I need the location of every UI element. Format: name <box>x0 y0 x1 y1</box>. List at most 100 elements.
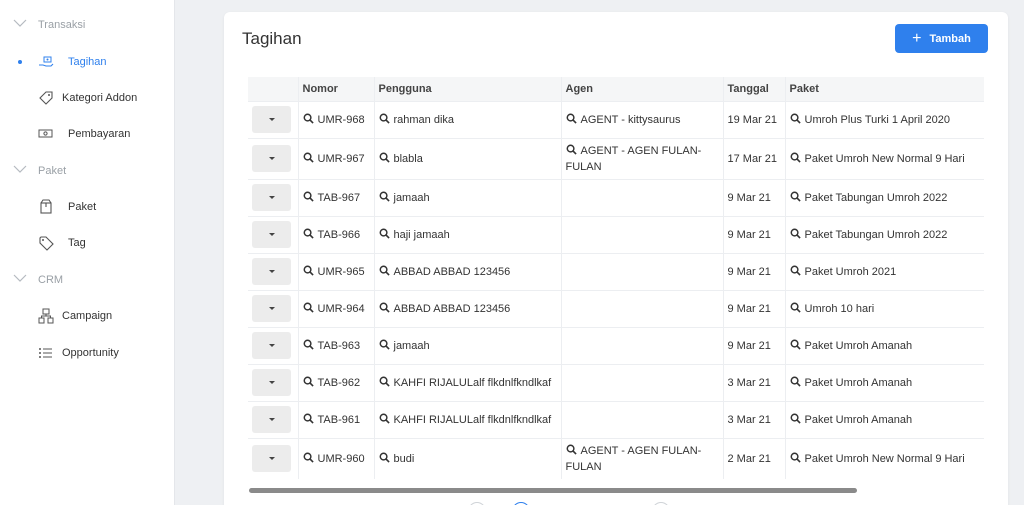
nomor-value: UMR-964 <box>317 303 365 315</box>
row-dropdown-button[interactable] <box>252 258 291 285</box>
search-icon[interactable] <box>379 413 390 424</box>
search-icon[interactable] <box>790 113 801 124</box>
cell-pengguna[interactable]: rahman dika <box>373 100 561 138</box>
row-dropdown-button[interactable] <box>252 295 291 322</box>
search-icon[interactable] <box>566 113 577 124</box>
search-icon[interactable] <box>790 265 801 276</box>
cell-nomor[interactable]: TAB-961 <box>297 400 374 438</box>
search-icon[interactable] <box>790 191 801 202</box>
cell-paket[interactable]: Paket Umroh Amanah <box>784 400 984 438</box>
paket-value: Umroh 10 hari <box>804 303 875 315</box>
cell-paket[interactable]: Paket Umroh New Normal 9 Hari <box>784 137 984 179</box>
row-dropdown-button[interactable] <box>252 221 291 248</box>
row-dropdown-button[interactable] <box>252 332 291 359</box>
search-icon[interactable] <box>790 376 801 387</box>
search-icon[interactable] <box>379 228 390 239</box>
search-icon[interactable] <box>303 152 314 163</box>
cell-pengguna[interactable]: ABBAD ABBAD 123456 <box>373 289 561 327</box>
chevron-down-icon <box>13 19 27 27</box>
row-dropdown-button[interactable] <box>252 106 291 133</box>
sidebar-item-paket[interactable]: Paket <box>0 195 175 219</box>
search-icon[interactable] <box>566 444 577 455</box>
sidebar-item-label: Tag <box>68 237 86 249</box>
cell-pengguna[interactable]: haji jamaah <box>373 215 561 253</box>
cell-paket[interactable]: Paket Tabungan Umroh 2022 <box>784 215 984 253</box>
paket-value: Paket Umroh Amanah <box>804 340 913 352</box>
cell-paket[interactable]: Paket Umroh Amanah <box>784 326 984 364</box>
cell-nomor[interactable]: UMR-967 <box>297 137 374 179</box>
row-action-cell <box>248 400 298 438</box>
cell-agen[interactable]: AGENT - AGEN FULAN-FULAN <box>560 137 723 179</box>
cell-pengguna[interactable]: KAHFI RIJALULalf flkdnlfkndlkaf <box>373 363 561 401</box>
search-icon[interactable] <box>303 452 314 463</box>
cell-nomor[interactable]: UMR-968 <box>297 100 374 138</box>
row-dropdown-button[interactable] <box>252 406 291 433</box>
cell-agen[interactable]: AGENT - AGEN FULAN-FULAN <box>560 437 723 479</box>
cell-pengguna[interactable]: blabla <box>373 137 561 179</box>
cell-pengguna[interactable]: ABBAD ABBAD 123456 <box>373 252 561 290</box>
search-icon[interactable] <box>379 302 390 313</box>
cell-pengguna[interactable]: budi <box>373 437 561 479</box>
search-icon[interactable] <box>790 302 801 313</box>
sidebar-item-opportunity[interactable]: Opportunity <box>0 341 175 365</box>
row-dropdown-button[interactable] <box>252 145 291 172</box>
horizontal-scrollbar[interactable] <box>249 488 857 493</box>
search-icon[interactable] <box>303 376 314 387</box>
search-icon[interactable] <box>379 376 390 387</box>
cell-paket[interactable]: Umroh 10 hari <box>784 289 984 327</box>
sidebar-item-campaign[interactable]: Campaign <box>0 304 175 328</box>
cell-nomor[interactable]: TAB-963 <box>297 326 374 364</box>
tanggal-value: 9 Mar 21 <box>727 228 771 241</box>
search-icon[interactable] <box>303 191 314 202</box>
cell-paket[interactable]: Paket Umroh 2021 <box>784 252 984 290</box>
cell-nomor[interactable]: UMR-960 <box>297 437 374 479</box>
search-icon[interactable] <box>303 265 314 276</box>
search-icon[interactable] <box>790 228 801 239</box>
cell-pengguna[interactable]: jamaah <box>373 178 561 216</box>
section-transaksi[interactable]: Transaksi <box>0 15 175 35</box>
tanggal-value: 9 Mar 21 <box>727 265 771 278</box>
search-icon[interactable] <box>303 113 314 124</box>
search-icon[interactable] <box>303 413 314 424</box>
search-icon[interactable] <box>379 339 390 350</box>
cell-nomor[interactable]: TAB-966 <box>297 215 374 253</box>
search-icon[interactable] <box>379 152 390 163</box>
sidebar-item-pembayaran[interactable]: Pembayaran <box>0 122 175 146</box>
cell-paket[interactable]: Umroh Plus Turki 1 April 2020 <box>784 100 984 138</box>
cell-paket[interactable]: Paket Umroh Amanah <box>784 363 984 401</box>
row-dropdown-button[interactable] <box>252 184 291 211</box>
search-icon[interactable] <box>790 339 801 350</box>
cell-agen[interactable]: AGENT - kittysaurus <box>560 100 723 138</box>
cell-nomor[interactable]: TAB-967 <box>297 178 374 216</box>
section-label: Transaksi <box>38 19 86 31</box>
search-icon[interactable] <box>303 302 314 313</box>
cell-nomor[interactable]: UMR-964 <box>297 289 374 327</box>
search-icon[interactable] <box>379 452 390 463</box>
cell-paket[interactable]: Paket Umroh New Normal 9 Hari <box>784 437 984 479</box>
row-dropdown-button[interactable] <box>252 445 291 473</box>
search-icon[interactable] <box>790 452 801 463</box>
search-icon[interactable] <box>379 265 390 276</box>
invoice-table-container[interactable]: Nomor Pengguna Agen Tanggal Paket UMR-96… <box>248 77 984 489</box>
search-icon[interactable] <box>566 144 577 155</box>
cell-nomor[interactable]: UMR-965 <box>297 252 374 290</box>
row-dropdown-button[interactable] <box>252 369 291 396</box>
sidebar-item-tagihan[interactable]: Tagihan <box>0 50 175 74</box>
tag-icon <box>39 91 53 105</box>
search-icon[interactable] <box>790 413 801 424</box>
cell-nomor[interactable]: TAB-962 <box>297 363 374 401</box>
search-icon[interactable] <box>790 152 801 163</box>
cell-pengguna[interactable]: KAHFI RIJALULalf flkdnlfkndlkaf <box>373 400 561 438</box>
sidebar-item-tag[interactable]: Tag <box>0 231 175 255</box>
section-crm[interactable]: CRM <box>0 270 175 290</box>
row-action-cell <box>248 437 298 479</box>
add-button[interactable]: + Tambah <box>895 24 988 53</box>
cell-paket[interactable]: Paket Tabungan Umroh 2022 <box>784 178 984 216</box>
cell-pengguna[interactable]: jamaah <box>373 326 561 364</box>
search-icon[interactable] <box>303 228 314 239</box>
search-icon[interactable] <box>303 339 314 350</box>
search-icon[interactable] <box>379 113 390 124</box>
sidebar-item-kategori-addon[interactable]: Kategori Addon <box>0 86 175 110</box>
search-icon[interactable] <box>379 191 390 202</box>
section-paket[interactable]: Paket <box>0 161 175 181</box>
